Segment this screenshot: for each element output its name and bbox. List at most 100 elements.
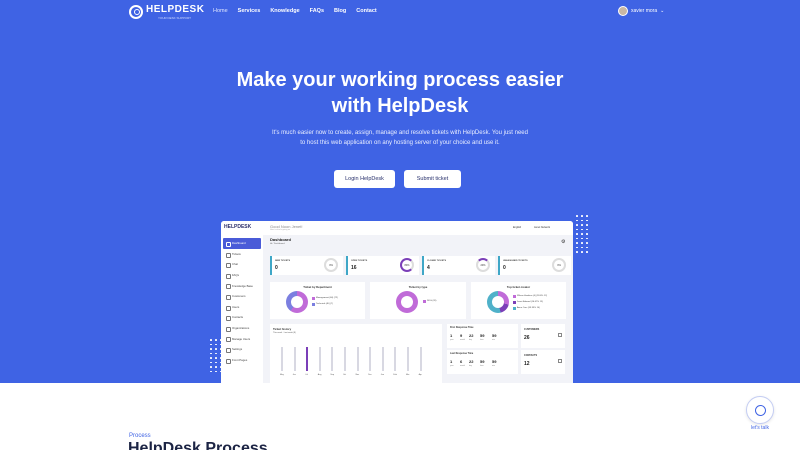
gear-icon: ⚙: [561, 239, 566, 245]
history-month-label: Jun: [292, 374, 296, 376]
stat-closed-tickets: CLOSED TICKETS 4 20%: [422, 256, 495, 275]
history-month-label: May: [280, 374, 284, 376]
dot-pattern: [576, 215, 588, 253]
history-bar: [293, 347, 296, 371]
legend-item: Wilson Howkins (4) (28.6% 12): [513, 295, 547, 298]
stat-label: CLOSED TICKETS: [427, 260, 447, 262]
history-month-label: Oct: [343, 374, 347, 376]
last-response-card: Last Response Time 1 6 22 59 59 year mon…: [447, 350, 518, 374]
donut-chart: [487, 291, 509, 313]
chat-button[interactable]: [746, 396, 774, 424]
nav-blog[interactable]: Blog: [334, 8, 346, 14]
nav-services[interactable]: Services: [238, 8, 261, 14]
customers-card: CUSTOMERS 26: [521, 324, 565, 348]
card-value: 26: [524, 335, 530, 341]
dash-language: English: [513, 226, 522, 229]
brand-name: HELPDESK: [146, 4, 205, 15]
login-button[interactable]: Login HelpDesk: [334, 170, 395, 188]
time-unit: year: [450, 339, 454, 341]
time-value: 22: [469, 359, 474, 364]
history-bar: [356, 347, 359, 371]
history-bar: [419, 347, 422, 371]
dashboard-topbar: Good Noon Jenet! Here's what's going on …: [263, 221, 573, 235]
card-value: 12: [524, 361, 530, 367]
history-month-label: Aug: [317, 374, 322, 376]
legend-item: Jenet Edward (16.67% 13): [513, 301, 543, 304]
time-unit: year: [450, 365, 454, 367]
process-label: Process: [129, 433, 151, 439]
dash-menu-item: Settings: [223, 344, 261, 355]
first-response-card: First Response Time 1 9 22 59 59 year mo…: [447, 324, 518, 348]
history-bar: [318, 347, 321, 371]
card-title: CONTACTS: [524, 354, 538, 357]
process-title: HelpDesk Process: [128, 440, 268, 450]
chat-label[interactable]: let's talk: [748, 425, 772, 431]
time-unit: month: [460, 339, 465, 341]
users-icon: [558, 333, 562, 337]
contacts-card: CONTACTS 12: [521, 350, 565, 374]
nav-contact[interactable]: Contact: [356, 8, 376, 14]
dash-menu-item: Manage Users: [223, 333, 261, 344]
top-ticket-creator-card: Top ticket creator Wilson Howkins (4) (2…: [471, 282, 566, 319]
stat-pct: 20%: [480, 263, 486, 267]
avatar: [618, 6, 628, 16]
card-title: Ticket by type: [408, 285, 428, 289]
dash-title: Dashboard: [270, 237, 291, 242]
legend-item: DDG (20): [423, 300, 436, 303]
dashboard-brand: HELPDESK: [224, 224, 252, 230]
stat-label: NEW TICKETS: [275, 260, 291, 262]
card-title: Ticket history: [273, 327, 292, 331]
stat-label: OPEN TICKETS: [351, 260, 368, 262]
time-unit: hour: [480, 339, 484, 341]
brand-logo[interactable]: HELPDESK YOUR DESK SUPPORT: [129, 4, 204, 20]
time-unit: hour: [480, 365, 484, 367]
dash-menu-item: FAQs: [223, 270, 261, 281]
dash-menu-item: Customers: [223, 291, 261, 302]
card-title: First Response Time: [450, 326, 474, 329]
history-bar: [394, 347, 397, 371]
dash-menu-item: Knowledge Base: [223, 280, 261, 291]
chat-icon: [754, 404, 766, 416]
stat-pct: 0%: [329, 263, 333, 267]
stat-value: 4: [427, 265, 430, 271]
history-month-label: Mar: [406, 374, 410, 376]
contact-icon: [558, 359, 562, 363]
time-unit: min: [492, 365, 495, 367]
submit-ticket-button[interactable]: Submit ticket: [404, 170, 461, 188]
dash-menu-item: Tickets: [223, 249, 261, 260]
ticket-by-department-card: Ticket by Department Management (60) (72…: [270, 282, 365, 319]
dash-menu-item: Users: [223, 302, 261, 313]
brand-tagline: YOUR DESK SUPPORT: [158, 16, 191, 20]
card-title: Top ticket creator: [506, 285, 531, 289]
history-month-label: Jul: [305, 374, 308, 376]
history-month-label: Dec: [368, 374, 372, 376]
history-bar: [344, 347, 346, 371]
stat-label: UNASSIGNED TICKETS: [503, 260, 528, 262]
history-bar: [331, 347, 334, 371]
dashboard-sidebar: HELPDESK Dashboard Tickets Chat FAQs Kno…: [221, 221, 263, 383]
dash-menu-item: Front Pages: [223, 355, 261, 366]
time-unit: day: [469, 339, 472, 341]
time-value: 6: [460, 359, 463, 364]
stat-new-tickets: NEW TICKETS 0 0%: [270, 256, 343, 275]
nav-knowledge[interactable]: Knowledge: [270, 8, 299, 14]
nav-home[interactable]: Home: [213, 8, 228, 14]
donut-chart: [396, 291, 418, 313]
stat-value: 0: [503, 265, 506, 271]
ticket-by-type-card: Ticket by type DDG (20): [370, 282, 466, 319]
dashboard-menu: Dashboard Tickets Chat FAQs Knowledge Ba…: [223, 238, 261, 365]
chevron-down-icon: ⌄: [660, 8, 665, 14]
nav-faqs[interactable]: FAQs: [310, 8, 324, 14]
user-menu[interactable]: xavier mora ⌄: [618, 6, 664, 16]
legend-item: Anne Cars (33.33% 14): [513, 307, 540, 310]
stat-pct: 0%: [557, 263, 561, 267]
legend-item: Technical (40) (7): [312, 303, 333, 306]
card-title: Last Response Time: [450, 352, 474, 355]
time-value: 59: [492, 359, 497, 364]
legend-item: Management (60) (72): [312, 297, 338, 300]
card-title: Ticket by Department: [303, 285, 332, 289]
ticket-history-card: Ticket history This week · Last week (8)…: [270, 324, 442, 383]
dash-greeting-sub: Here's what's going on: [270, 229, 291, 231]
history-month-label: Apr: [418, 374, 422, 376]
hero-section: HELPDESK YOUR DESK SUPPORT Home Services…: [0, 0, 800, 383]
